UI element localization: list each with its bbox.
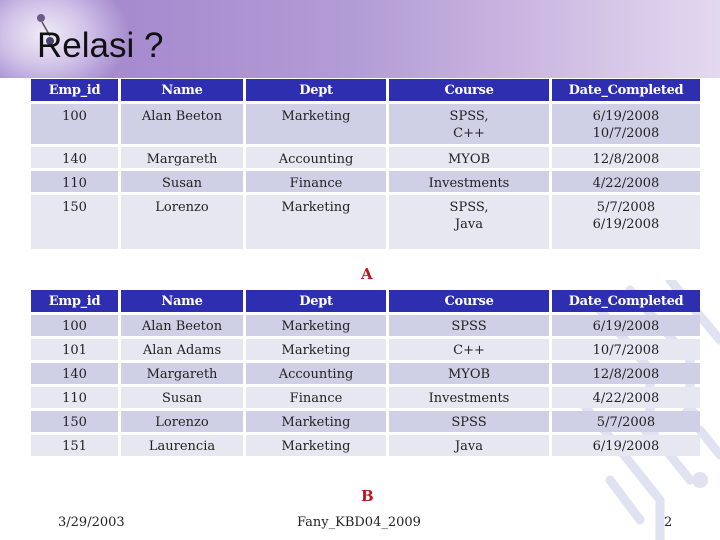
table-row: 100 Alan Beeton Marketing SPSS 6/19/2008 (31, 315, 700, 336)
cell-date: 6/19/2008 (552, 435, 700, 456)
slide-title: Relasi ? (37, 26, 164, 65)
table-row: 101 Alan Adams Marketing C++ 10/7/2008 (31, 339, 700, 360)
cell-line: Java (454, 217, 484, 232)
column-header-date-completed: Date_Completed (552, 79, 700, 101)
column-header-emp-id: Emp_id (31, 290, 118, 312)
cell-emp-id: 110 (31, 387, 118, 408)
cell-date: 6/19/2008 10/7/2008 (552, 104, 700, 144)
cell-course: SPSS (389, 411, 549, 432)
cell-emp-id: 110 (31, 171, 118, 192)
cell-name: Alan Adams (121, 339, 243, 360)
table-header-row: Emp_id Name Dept Course Date_Completed (31, 290, 700, 312)
column-header-dept: Dept (246, 290, 386, 312)
column-header-date-completed: Date_Completed (552, 290, 700, 312)
cell-emp-id: 101 (31, 339, 118, 360)
column-header-name: Name (121, 290, 243, 312)
cell-name: Susan (121, 387, 243, 408)
cell-dept: Accounting (246, 147, 386, 168)
cell-emp-id: 151 (31, 435, 118, 456)
table-row: 100 Alan Beeton Marketing SPSS, C++ 6/19/… (31, 104, 700, 144)
cell-emp-id: 150 (31, 411, 118, 432)
cell-emp-id: 100 (31, 315, 118, 336)
table-row: 110 Susan Finance Investments 4/22/2008 (31, 387, 700, 408)
cell-emp-id: 150 (31, 195, 118, 249)
cell-line: SPSS, (449, 109, 489, 124)
cell-name: Laurencia (121, 435, 243, 456)
cell-date: 6/19/2008 (552, 315, 700, 336)
relation-table-a: Emp_id Name Dept Course Date_Completed 1… (28, 76, 703, 252)
cell-name: Margareth (121, 363, 243, 384)
cell-emp-id: 100 (31, 104, 118, 144)
cell-dept: Accounting (246, 363, 386, 384)
cell-date: 12/8/2008 (552, 363, 700, 384)
cell-dept: Finance (246, 387, 386, 408)
cell-course: Investments (389, 387, 549, 408)
column-header-emp-id: Emp_id (31, 79, 118, 101)
cell-line: 6/19/2008 (592, 109, 660, 124)
cell-course: Investments (389, 171, 549, 192)
cell-date: 12/8/2008 (552, 147, 700, 168)
cell-course: MYOB (389, 147, 549, 168)
cell-dept: Marketing (246, 435, 386, 456)
cell-date: 4/22/2008 (552, 387, 700, 408)
table-header-row: Emp_id Name Dept Course Date_Completed (31, 79, 700, 101)
footer-date: 3/29/2003 (58, 515, 125, 530)
cell-dept: Marketing (246, 339, 386, 360)
cell-course: SPSS, C++ (389, 104, 549, 144)
column-header-course: Course (389, 79, 549, 101)
title-band: Relasi ? (0, 0, 720, 78)
cell-dept: Marketing (246, 411, 386, 432)
cell-name: Lorenzo (121, 195, 243, 249)
cell-name: Susan (121, 171, 243, 192)
table-b-label: B (361, 487, 374, 505)
cell-name: Alan Beeton (121, 104, 243, 144)
cell-date: 10/7/2008 (552, 339, 700, 360)
cell-line: 6/19/2008 (592, 217, 660, 232)
cell-dept: Marketing (246, 195, 386, 249)
cell-emp-id: 140 (31, 363, 118, 384)
cell-name: Lorenzo (121, 411, 243, 432)
table-row: 150 Lorenzo Marketing SPSS 5/7/2008 (31, 411, 700, 432)
table-row: 140 Margareth Accounting MYOB 12/8/2008 (31, 147, 700, 168)
cell-line: SPSS, (449, 200, 489, 215)
relation-table-b: Emp_id Name Dept Course Date_Completed 1… (28, 287, 703, 459)
cell-name: Margareth (121, 147, 243, 168)
cell-emp-id: 140 (31, 147, 118, 168)
cell-date: 4/22/2008 (552, 171, 700, 192)
column-header-name: Name (121, 79, 243, 101)
cell-date: 5/7/2008 6/19/2008 (552, 195, 700, 249)
cell-course: SPSS (389, 315, 549, 336)
table-a-label: A (361, 265, 373, 283)
column-header-dept: Dept (246, 79, 386, 101)
cell-date: 5/7/2008 (552, 411, 700, 432)
table-row: 110 Susan Finance Investments 4/22/2008 (31, 171, 700, 192)
cell-line: 10/7/2008 (592, 126, 660, 141)
footer-text: Fany_KBD04_2009 (297, 515, 421, 530)
cell-name: Alan Beeton (121, 315, 243, 336)
table-row: 140 Margareth Accounting MYOB 12/8/2008 (31, 363, 700, 384)
cell-course: Java (389, 435, 549, 456)
cell-line: 5/7/2008 (596, 200, 656, 215)
page-number: 2 (664, 515, 673, 530)
cell-dept: Marketing (246, 315, 386, 336)
column-header-course: Course (389, 290, 549, 312)
cell-dept: Finance (246, 171, 386, 192)
cell-course: C++ (389, 339, 549, 360)
cell-course: MYOB (389, 363, 549, 384)
table-row: 150 Lorenzo Marketing SPSS, Java 5/7/2008… (31, 195, 700, 249)
table-row: 151 Laurencia Marketing Java 6/19/2008 (31, 435, 700, 456)
cell-line: C++ (453, 126, 485, 141)
cell-dept: Marketing (246, 104, 386, 144)
cell-course: SPSS, Java (389, 195, 549, 249)
